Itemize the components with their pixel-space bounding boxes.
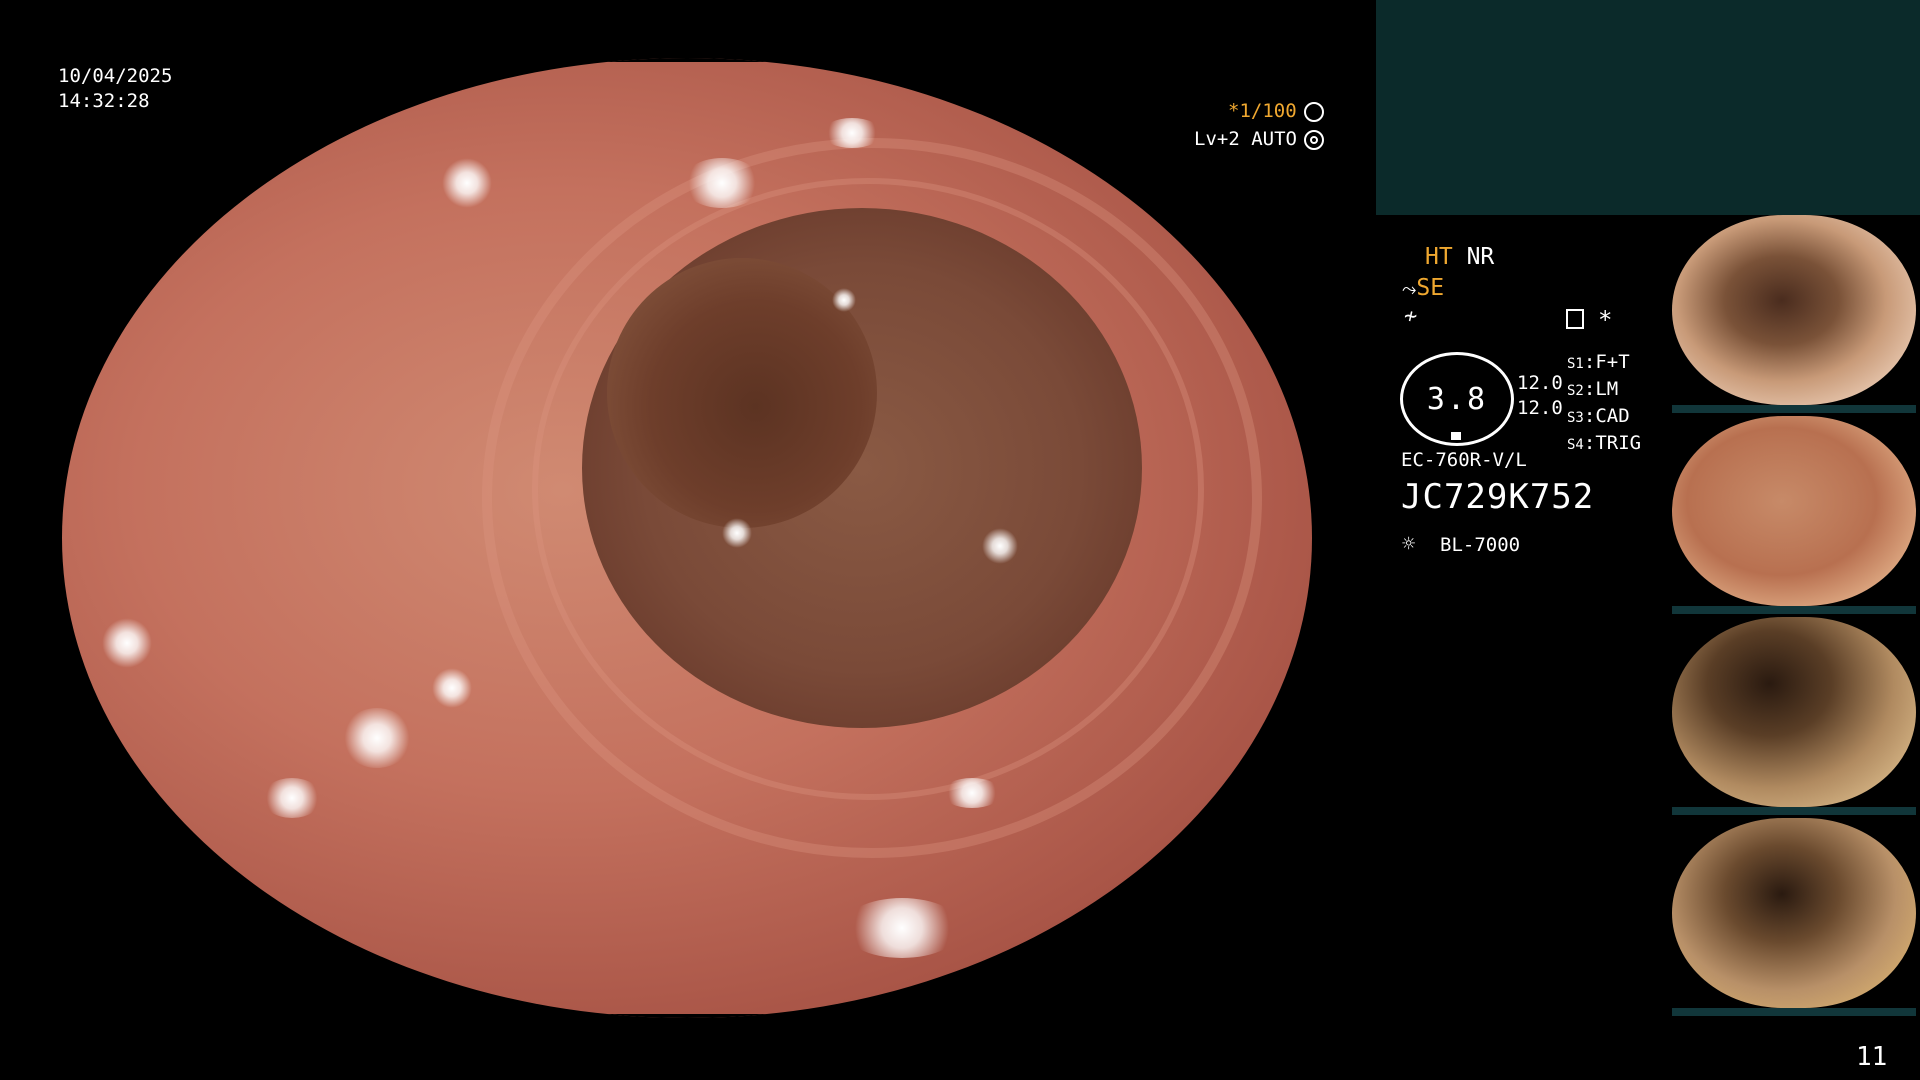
thumbnail-bar — [1672, 405, 1916, 413]
switch-item: S1:F+T — [1567, 351, 1630, 373]
freeze-icon: ≁ — [1404, 304, 1418, 329]
light-reflection — [822, 118, 882, 148]
sun-icon: ☼ — [1402, 532, 1416, 557]
mode-se: SE — [1416, 275, 1445, 301]
thumbnail-bar — [1672, 606, 1916, 614]
exam-time: 14:32:28 — [58, 90, 150, 112]
light-reflection — [942, 778, 1002, 808]
endoscopic-view — [62, 58, 1312, 1018]
gauge-value: 3.8 — [1426, 381, 1488, 417]
light-source: BL-7000 — [1440, 534, 1521, 556]
light-reflection — [842, 898, 962, 958]
light-reflection — [682, 158, 762, 208]
thumbnail-3[interactable] — [1672, 617, 1916, 807]
scope-model: EC-760R-V/L — [1401, 449, 1527, 471]
scope-serial: JC729K752 — [1401, 477, 1595, 517]
memory-card-icon — [1566, 309, 1584, 329]
enhancement-level: Lv+2 AUTO — [1194, 128, 1297, 150]
light-reflection — [432, 668, 472, 708]
light-reflection — [722, 518, 752, 548]
mode-nr: NR — [1466, 244, 1495, 270]
thumbnail-2[interactable] — [1672, 416, 1916, 606]
switch-item: S3:CAD — [1567, 405, 1630, 427]
shutter-speed: *1/100 — [1228, 100, 1297, 122]
light-reflection — [342, 708, 412, 768]
thumbnail-1[interactable] — [1672, 215, 1916, 405]
aperture-icon — [1304, 102, 1324, 122]
light-reflection — [832, 288, 856, 312]
mode-indicators: HT NR — [1425, 244, 1494, 270]
capture-mark: * — [1598, 306, 1613, 334]
mode-se-row: ⤳SE — [1402, 275, 1444, 301]
thumbnail-bar — [1672, 807, 1916, 815]
page-number: 11 — [1856, 1042, 1888, 1072]
scope-tip-icon: ⤳ — [1402, 279, 1417, 300]
light-reflection — [102, 618, 152, 668]
thumbnail-bar — [1672, 1008, 1916, 1016]
exam-date: 10/04/2025 — [58, 65, 173, 87]
switch-item: S4:TRIG — [1567, 432, 1642, 454]
switch-item: S2:LM — [1567, 378, 1619, 400]
thumbnail-4[interactable] — [1672, 818, 1916, 1008]
mode-ht: HT — [1425, 244, 1453, 270]
light-reflection — [982, 528, 1018, 564]
value-1: 12.0 — [1517, 372, 1563, 394]
gauge-marker — [1451, 432, 1461, 440]
light-reflection — [262, 778, 322, 818]
value-2: 12.0 — [1517, 397, 1563, 419]
switch-list: S1:F+T S2:LM S3:CAD S4:TRIG — [1567, 350, 1641, 458]
light-reflection — [442, 158, 492, 208]
info-panel-header — [1376, 0, 1920, 215]
iris-icon — [1304, 130, 1324, 150]
